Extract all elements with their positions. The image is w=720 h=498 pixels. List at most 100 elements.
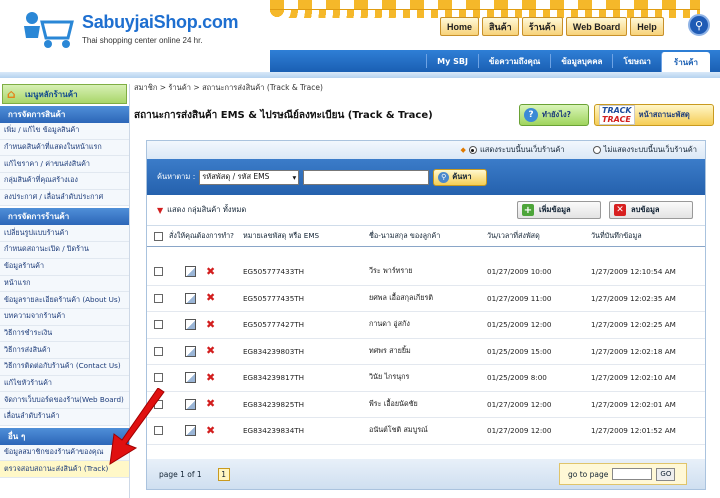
nav-products-button[interactable]: สินค้า [482, 17, 519, 36]
display-options: ◆ แสดงระบบนี้บนเว็บร้านค้า ไม่แสดงระบบนี… [147, 141, 705, 159]
shopping-cart-logo-icon [24, 12, 74, 48]
radio-dot[interactable] [592, 146, 601, 154]
sidebar-item[interactable]: เพิ่ม / แก้ไข ข้อมูลสินค้า [0, 123, 129, 140]
column-header: หมายเลขพัสดุ หรือ EMS [243, 230, 320, 240]
logo-text[interactable]: SabuyjaiShop.com [82, 12, 239, 33]
delete-icon[interactable]: ✖ [206, 398, 215, 409]
nav-my-sbj[interactable]: My SBJ [426, 54, 478, 68]
sidebar-item[interactable]: กลุ่มสินค้าที่คุณสร้างเอง [0, 173, 129, 190]
tracking-panel: ◆ แสดงระบบนี้บนเว็บร้านค้า ไม่แสดงระบบนี… [146, 140, 706, 490]
sidebar-item[interactable]: แก้ไขราคา / ค่าขนส่งสินค้า [0, 156, 129, 174]
sidebar-item[interactable]: กำหนดสถานะเปิด / ปิดร้าน [0, 242, 129, 259]
sidebar-section-shop: การจัดการร้านค้า [0, 208, 129, 226]
edit-icon[interactable] [185, 266, 196, 278]
track-status-label: หน้าสถานะพัสดุ [638, 110, 690, 119]
delete-record-button[interactable]: ✕ ลบข้อมูล [609, 201, 693, 219]
edit-icon[interactable] [185, 319, 196, 331]
table-row: ✖ EG505777435TH ยศพล เอื้อสกุลเกียรติ 01… [147, 286, 705, 312]
delete-icon[interactable]: ✖ [206, 425, 215, 436]
goto-button[interactable]: GO [656, 467, 676, 481]
search-input[interactable] [303, 169, 430, 185]
goto-page-input[interactable] [612, 468, 653, 480]
edit-icon[interactable] [185, 372, 196, 384]
plus-icon: + [522, 204, 534, 216]
table-row: ✖ EG505777433TH วีระ พาร์ทราย 01/27/2009… [147, 259, 705, 286]
nav-help-button[interactable]: Help [630, 17, 664, 36]
sidebar-item[interactable]: วิธีการติดต่อกับร้านค้า (Contact Us) [0, 358, 129, 376]
site-header: SabuyjaiShop.com Thai shopping center on… [0, 0, 720, 72]
triangle-bullet-icon: ◆ [460, 146, 466, 154]
nav-messages[interactable]: ข้อความถึงคุณ [477, 54, 550, 68]
page-info: page 1 of 1 [159, 469, 202, 479]
select-all-checkbox[interactable] [153, 231, 163, 241]
row-checkbox[interactable] [153, 267, 163, 277]
sidebar-item[interactable]: ลงประกาศ / เลื่อนลำดับประกาศ [0, 189, 129, 207]
search-icon[interactable]: ⚲ [688, 14, 710, 36]
table-header: สั่งให้คุณต้องการทำ? หมายเลขพัสดุ หรือ E… [147, 225, 705, 247]
awning-decoration [270, 0, 700, 10]
sidebar-item[interactable]: หน้าแรก [0, 275, 129, 293]
search-type-select[interactable]: รหัสพัสดุ / รหัส EMS ▾ [199, 169, 300, 185]
header-stripe [0, 72, 720, 78]
sidebar-item[interactable]: ข้อมูลรายละเอียดร้านค้า (About Us) [0, 292, 129, 309]
red-pointer-arrow-icon [109, 388, 165, 465]
row-checkbox[interactable] [153, 346, 163, 356]
edit-icon[interactable] [185, 425, 196, 437]
radio-show-on-shop[interactable]: ◆ แสดงระบบนี้บนเว็บร้านค้า [461, 144, 565, 156]
sidebar-home-label: เมนูหลักร้านค้า [25, 89, 78, 99]
main-content: สมาชิก > ร้านค้า > สถานะการส่งสินค้า (Tr… [134, 80, 720, 498]
delete-icon[interactable]: ✖ [206, 266, 215, 277]
radio-dot-selected[interactable] [468, 146, 477, 154]
help-label: ทำยังไง? [542, 110, 571, 119]
group-filter[interactable]: ▼ แสดง กลุ่มสินค้า ทั้งหมด [157, 204, 246, 216]
sidebar-item[interactable]: วิธีการส่งสินค้า [0, 342, 129, 359]
edit-icon[interactable] [185, 398, 196, 410]
logo-tagline: Thai shopping center online 24 hr. [82, 36, 203, 45]
chevron-down-icon: ▾ [292, 172, 297, 182]
track-status-button[interactable]: TRACK TRACE หน้าสถานะพัสดุ [594, 104, 714, 126]
pagination-bar: page 1 of 1 1 go to page GO [147, 459, 705, 489]
table-row: ✖ EG834239825TH พีระ เอื้อยนัดชัย 01/27/… [147, 392, 705, 418]
breadcrumb: สมาชิก > ร้านค้า > สถานะการส่งสินค้า (Tr… [134, 83, 323, 92]
delete-x-icon: ✕ [614, 204, 626, 216]
row-checkbox[interactable] [153, 293, 163, 303]
delete-icon[interactable]: ✖ [206, 372, 215, 383]
column-header: วัน/เวลาที่ส่งพัสดุ [487, 230, 540, 240]
sidebar-item[interactable]: กำหนดสินค้าที่แสดงในหน้าแรก [0, 139, 129, 157]
track-trace-logo-icon: TRACK TRACE [599, 105, 635, 125]
help-button[interactable]: ? ทำยังไง? [519, 104, 589, 126]
sidebar-item[interactable]: วิธีการชำระเงิน [0, 325, 129, 343]
table-row: ✖ EG505777427TH กานดา อู่สกัง 01/25/2009… [147, 312, 705, 339]
nav-home-button[interactable]: Home [440, 17, 480, 36]
sidebar-section-products: การจัดการสินค้า [0, 106, 129, 123]
member-nav-bar: My SBJ ข้อความถึงคุณ ข้อมูลบุคคล โฆษณา ร… [270, 50, 720, 72]
edit-icon[interactable] [185, 292, 196, 304]
delete-icon[interactable]: ✖ [206, 319, 215, 330]
sidebar-item[interactable]: บทความจากร้านค้า [0, 308, 129, 326]
column-header: สั่งให้คุณต้องการทำ? [169, 230, 234, 240]
column-header: ชื่อ-นามสกุล ของลูกค้า [369, 230, 441, 240]
radio-hide-on-shop[interactable]: ไม่แสดงระบบนี้บนเว็บร้านค้า [592, 144, 697, 156]
nav-profile[interactable]: ข้อมูลบุคคล [550, 54, 612, 68]
nav-ads[interactable]: โฆษณา [612, 54, 660, 68]
nav-webboard-button[interactable]: Web Board [565, 17, 628, 36]
add-record-button[interactable]: + เพิ่มข้อมูล [517, 201, 601, 219]
row-checkbox[interactable] [153, 373, 163, 383]
nav-shops-button[interactable]: ร้านค้า [521, 17, 563, 36]
edit-icon[interactable] [185, 345, 196, 357]
page-number-link[interactable]: 1 [217, 467, 230, 481]
dropdown-arrow-icon: ▼ [157, 205, 164, 215]
home-icon: ⌂ [7, 87, 16, 101]
sidebar-item[interactable]: เปลี่ยนรูปแบบร้านค้า [0, 225, 129, 243]
delete-icon[interactable]: ✖ [206, 345, 215, 356]
sidebar-item[interactable]: ข้อมูลร้านค้า [0, 258, 129, 276]
search-area: ค้นหาตาม : รหัสพัสดุ / รหัส EMS ▾ ⚲ ค้นหา [147, 159, 705, 195]
delete-icon[interactable]: ✖ [206, 292, 215, 303]
magnifier-icon: ⚲ [438, 171, 450, 183]
row-checkbox[interactable] [153, 320, 163, 330]
sidebar-home-button[interactable]: ⌂ เมนูหลักร้านค้า [2, 84, 127, 104]
search-button[interactable]: ⚲ ค้นหา [433, 168, 488, 186]
table-row: ✖ EG834239834TH อนันต์โชติ สมบูรณ์ 01/27… [147, 418, 705, 445]
page-title: สถานะการส่งสินค้า EMS & ไปรษณีย์ลงทะเบีย… [134, 110, 433, 121]
nav-shop-active[interactable]: ร้านค้า [660, 52, 710, 72]
